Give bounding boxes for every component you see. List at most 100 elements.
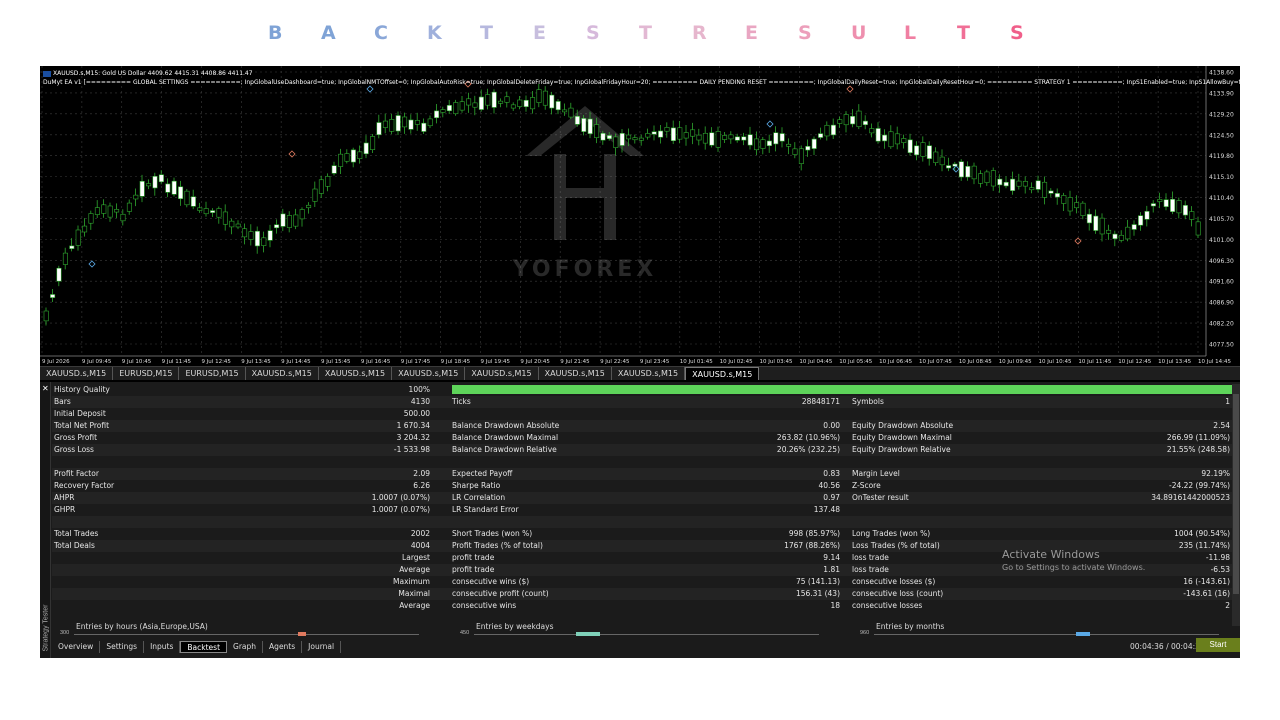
report-value: -1 533.98 [393, 445, 430, 454]
watermark-logo: YOFOREX [512, 106, 653, 282]
report-value: Average [399, 601, 430, 610]
tester-tab[interactable]: Agents [263, 641, 303, 653]
report-value: Maximum [393, 577, 430, 586]
candle-body [894, 133, 900, 145]
price-label: 4077.50 [1209, 342, 1234, 349]
candle-body [229, 220, 235, 228]
report-label: Balance Drawdown Maximal [452, 433, 559, 442]
candle-body [677, 127, 683, 140]
entries-charts: 300 Entries by hours (Asia,Europe,USA) 450… [52, 622, 1232, 638]
trade-marker-icon [1074, 237, 1082, 245]
tester-tab[interactable]: Inputs [144, 641, 181, 653]
tester-tab[interactable]: Settings [100, 641, 145, 653]
candle-body [1067, 197, 1073, 212]
candle-body [766, 140, 772, 146]
tester-tab[interactable]: Graph [227, 641, 264, 653]
candle-body [920, 142, 926, 157]
chart-tab[interactable]: XAUUSD.s,M15 [685, 367, 760, 380]
time-label: 9 Jul 19:45 [480, 359, 510, 365]
report-label: Margin Level [852, 469, 900, 478]
report-scrollbar[interactable] [1232, 384, 1240, 626]
start-button[interactable]: Start [1196, 638, 1240, 652]
candle-body [43, 310, 49, 322]
chart-tab[interactable]: XAUUSD.s,M15 [465, 367, 539, 380]
chart-tab[interactable]: EURUSD,M15 [179, 367, 246, 380]
report-label: loss trade [852, 553, 889, 562]
chart-tab[interactable]: EURUSD,M15 [113, 367, 180, 380]
report-label: Symbols [852, 397, 884, 406]
candle-body [434, 110, 440, 119]
chart-tab[interactable]: XAUUSD.s,M15 [319, 367, 393, 380]
time-label: 9 Jul 12:45 [201, 359, 231, 365]
candle-body [581, 118, 587, 132]
candle-body [632, 137, 638, 141]
report-label: Equity Drawdown Absolute [852, 421, 954, 430]
candle-body [210, 210, 216, 213]
candle-body [530, 97, 536, 110]
report-label: Ticks [452, 397, 471, 406]
candle-body [978, 173, 984, 184]
trade-marker-icon [288, 150, 296, 158]
activate-windows-notice: Activate Windows Go to Settings to activ… [1002, 548, 1145, 572]
report-label: Initial Deposit [54, 409, 106, 418]
candle-body [485, 94, 491, 106]
candle-body [178, 186, 184, 199]
report-row: Recovery Factor 6.26 Sharpe Ratio 40.56 Z-Sc… [52, 480, 1232, 492]
chart-tab[interactable]: XAUUSD.s,M15 [246, 367, 319, 380]
report-value: 75 (141.13) [795, 577, 840, 586]
candle-body [114, 209, 120, 213]
chart-tab[interactable]: XAUUSD.s,M15 [612, 367, 686, 380]
report-label: Equity Drawdown Maximal [852, 433, 952, 442]
candle-body [286, 215, 292, 228]
price-label: 4086.90 [1209, 300, 1234, 307]
candle-body [882, 134, 888, 142]
candle-body [50, 294, 56, 298]
chart-tab[interactable]: XAUUSD.s,M15 [392, 367, 466, 380]
title-letter: E [745, 22, 758, 44]
report-value: -24.22 (99.74%) [1168, 481, 1230, 490]
report-value: 1.81 [823, 565, 840, 574]
candle-body [357, 151, 363, 159]
strategy-tester-panel: ✕ Strategy Tester History Quality 100% Bar… [40, 382, 1240, 658]
title-letter: R [692, 22, 707, 44]
tester-tab[interactable]: Backtest [180, 641, 228, 653]
candle-body [805, 146, 811, 151]
report-label: LR Standard Error [452, 505, 519, 514]
chart-tab[interactable]: XAUUSD.s,M15 [40, 367, 114, 380]
chart-tab[interactable]: XAUUSD.s,M15 [539, 367, 612, 380]
candle-body [478, 96, 484, 110]
report-value: 1.0007 (0.07%) [371, 493, 430, 502]
title-letter: T [639, 22, 652, 44]
report-label: Sharpe Ratio [452, 481, 501, 490]
title-letter: K [427, 22, 442, 44]
time-label: 10 Jul 02:45 [720, 359, 753, 365]
candle-body [235, 223, 241, 228]
report-label: AHPR [54, 493, 75, 502]
close-icon[interactable]: ✕ [42, 384, 49, 393]
candle-body [523, 99, 529, 107]
report-label: Loss Trades (% of total) [852, 541, 940, 550]
time-label: 9 Jul 18:45 [441, 359, 471, 365]
candle-body [1144, 211, 1150, 220]
candle-body [184, 190, 190, 206]
candle-body [798, 148, 804, 164]
tester-tab[interactable]: Journal [302, 641, 342, 653]
candle-body [1086, 213, 1092, 224]
candle-body [1074, 202, 1080, 209]
candle-body [222, 211, 228, 225]
candle-body [747, 134, 753, 146]
tester-tab[interactable]: Overview [52, 641, 101, 653]
report-label: profit trade [452, 553, 495, 562]
price-chart[interactable]: 4138.60 4133.90 4129.20 4124.50 4119.80 4115.… [40, 66, 1240, 366]
candle-body [280, 213, 286, 227]
candle-body [606, 135, 612, 140]
report-row: GHPR 1.0007 (0.07%) LR Standard Error 137.4… [52, 504, 1232, 516]
report-value: 92.19% [1201, 469, 1230, 478]
time-label: 9 Jul 23:45 [640, 359, 670, 365]
candle-body [62, 252, 68, 265]
report-row: Bars 4130 Ticks 28848171 Symbols 1 [52, 396, 1232, 408]
candle-body [242, 228, 248, 238]
price-label: 4105.70 [1209, 216, 1234, 223]
candle-body [670, 127, 676, 141]
scrollbar-thumb[interactable] [1233, 394, 1239, 594]
